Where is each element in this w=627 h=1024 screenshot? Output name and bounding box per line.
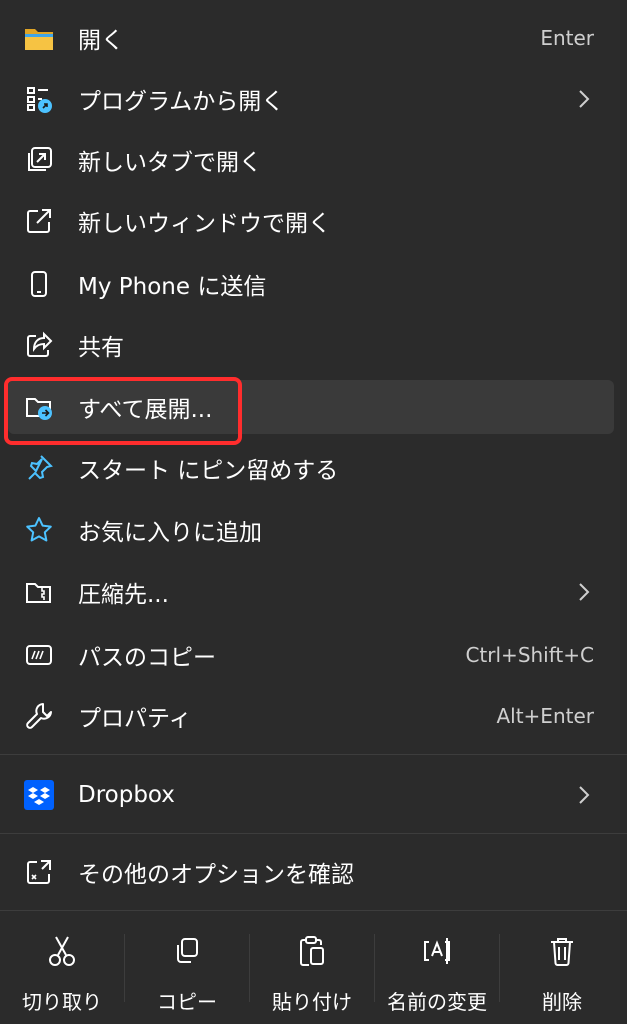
menu-item-label: プログラムから開く <box>78 89 285 115</box>
menu-item-pin-to-start[interactable]: スタート にピン留めする <box>8 441 614 495</box>
menu-item-copy-path[interactable]: パスのコピー Ctrl+Shift+C <box>8 628 614 682</box>
menu-item-show-more-options[interactable]: その他のオプションを確認 <box>8 845 614 899</box>
menu-separator <box>0 833 627 834</box>
paste-label: 貼り付け <box>272 990 352 1014</box>
menu-item-send-to-phone[interactable]: My Phone に送信 <box>8 257 614 311</box>
trash-icon <box>545 934 579 968</box>
rename-label: 名前の変更 <box>387 990 487 1014</box>
external-window-icon <box>22 204 56 238</box>
menu-item-open[interactable]: 開く Enter <box>8 11 614 65</box>
menu-item-label: 圧縮先... <box>78 582 169 608</box>
more-options-icon <box>22 855 56 889</box>
menu-item-extract-all[interactable]: すべて展開... <box>8 380 614 434</box>
share-icon <box>22 328 56 362</box>
menu-item-label: プロパティ <box>78 706 192 732</box>
menu-separator <box>0 754 627 755</box>
menu-item-label: スタート にピン留めする <box>78 458 339 484</box>
menu-item-label: My Phone に送信 <box>78 274 267 300</box>
menu-item-label: すべて展開... <box>78 397 213 423</box>
menu-item-shortcut: Ctrl+Shift+C <box>465 643 594 667</box>
menu-item-compress-to[interactable]: 圧縮先... <box>8 565 614 619</box>
new-tab-icon <box>22 143 56 177</box>
cut-label: 切り取り <box>22 990 102 1014</box>
delete-label: 削除 <box>542 990 582 1014</box>
dropbox-icon <box>22 778 56 812</box>
zip-folder-icon <box>22 575 56 609</box>
rename-icon <box>420 934 454 968</box>
menu-item-label: その他のオプションを確認 <box>78 862 354 888</box>
menu-item-add-favorites[interactable]: お気に入りに追加 <box>8 503 614 557</box>
chevron-right-icon <box>574 580 594 604</box>
menu-item-dropbox[interactable]: Dropbox <box>8 768 614 822</box>
menu-item-label: パスのコピー <box>78 645 216 671</box>
clipboard-icon <box>295 934 329 968</box>
copy-path-icon <box>22 638 56 672</box>
pin-icon <box>22 451 56 485</box>
copy-button[interactable]: コピー <box>125 912 249 1024</box>
wrench-icon <box>22 699 56 733</box>
menu-item-label: お気に入りに追加 <box>78 520 262 546</box>
menu-item-properties[interactable]: プロパティ Alt+Enter <box>8 689 614 743</box>
context-menu: 開く Enter プログラムから開く 新しいタブで開く 新しいウィンドウで開く … <box>0 0 627 1024</box>
scissors-icon <box>45 934 79 968</box>
extract-folder-icon <box>22 390 56 424</box>
folder-icon <box>22 21 56 55</box>
chevron-right-icon <box>574 783 594 807</box>
menu-item-label: 新しいウィンドウで開く <box>78 211 331 237</box>
open-with-icon <box>22 82 56 116</box>
rename-button[interactable]: 名前の変更 <box>375 912 499 1024</box>
copy-label: コピー <box>157 990 217 1014</box>
menu-item-open-new-window[interactable]: 新しいウィンドウで開く <box>8 194 614 248</box>
cut-button[interactable]: 切り取り <box>0 912 124 1024</box>
delete-button[interactable]: 削除 <box>500 912 624 1024</box>
bottom-toolbar: 切り取り コピー 貼り付け 名前の変更 削除 <box>0 912 627 1024</box>
menu-item-open-with[interactable]: プログラムから開く <box>8 72 614 126</box>
phone-icon <box>22 267 56 301</box>
copy-icon <box>170 934 204 968</box>
menu-item-label: 共有 <box>78 335 124 361</box>
menu-item-share[interactable]: 共有 <box>8 318 614 372</box>
paste-button[interactable]: 貼り付け <box>250 912 374 1024</box>
chevron-right-icon <box>574 87 594 111</box>
menu-item-label: Dropbox <box>78 782 175 808</box>
menu-item-label: 開く <box>78 28 124 54</box>
menu-item-open-new-tab[interactable]: 新しいタブで開く <box>8 133 614 187</box>
menu-item-label: 新しいタブで開く <box>78 150 262 176</box>
menu-separator <box>0 910 627 911</box>
menu-item-shortcut: Alt+Enter <box>496 704 594 728</box>
menu-item-shortcut: Enter <box>540 26 594 50</box>
star-icon <box>22 513 56 547</box>
